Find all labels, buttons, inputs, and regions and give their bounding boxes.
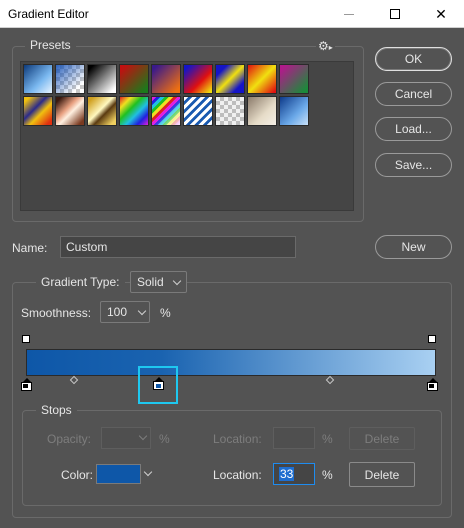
opacity-location-label: Location: [213,432,262,446]
opacity-unit: % [159,432,170,446]
gradient-bar[interactable] [26,349,436,376]
title-bar: Gradient Editor ✕ [0,0,464,28]
color-swatch[interactable] [96,464,141,484]
preset-swatch[interactable] [183,64,213,94]
color-label: Color: [61,468,94,482]
window-title: Gradient Editor [8,7,89,21]
gradient-type-label: Gradient Type: [36,275,125,289]
new-button[interactable]: New [375,235,452,259]
name-field[interactable]: Custom [60,236,296,258]
gradient-type-select[interactable]: Solid [130,271,187,293]
color-location-value: 33 [279,467,295,481]
chevron-down-icon [137,306,147,316]
presets-menu-icon[interactable]: ⚙▸ [316,39,335,53]
save-button[interactable]: Save... [375,153,452,177]
color-delete-button[interactable]: Delete [349,462,415,487]
preset-swatch[interactable] [215,64,245,94]
load-button[interactable]: Load... [375,117,452,141]
color-stop-right[interactable] [427,378,438,391]
preset-swatch[interactable] [23,64,53,94]
smoothness-unit: % [160,306,171,320]
color-location-unit: % [322,468,333,482]
preset-swatch[interactable] [119,96,149,126]
name-label: Name: [12,241,48,255]
preset-swatch[interactable] [23,96,53,126]
opacity-stop-right[interactable] [428,335,436,343]
presets-label: Presets [25,38,76,52]
opacity-delete-button[interactable]: Delete [349,427,415,450]
opacity-location-unit: % [322,432,333,446]
opacity-location-field[interactable] [273,427,315,449]
chevron-down-icon [172,276,182,286]
stops-label: Stops [36,403,77,417]
smoothness-value: 100 [107,305,128,319]
preset-swatch[interactable] [87,64,117,94]
opacity-label: Opacity: [47,432,92,446]
preset-swatch[interactable] [279,96,309,126]
smoothness-label: Smoothness: [21,306,92,320]
stops-group [22,410,442,506]
minimize-icon[interactable] [326,0,372,28]
preset-swatch[interactable] [183,96,213,126]
preset-swatch[interactable] [119,64,149,94]
preset-swatch[interactable] [55,64,85,94]
opacity-stop-left[interactable] [22,335,30,343]
color-stop-selected[interactable] [153,377,164,390]
color-stop-left[interactable] [21,378,32,391]
close-icon[interactable]: ✕ [418,0,464,28]
preset-swatch[interactable] [151,64,181,94]
ok-button[interactable]: OK [375,47,452,71]
cancel-button[interactable]: Cancel [375,82,452,106]
preset-swatch[interactable] [279,64,309,94]
gear-icon: ⚙ [318,39,329,53]
preset-swatch[interactable] [55,96,85,126]
preset-swatch[interactable] [247,64,277,94]
preset-swatch[interactable] [215,96,245,126]
color-location-field[interactable]: 33 [273,463,315,485]
color-location-label: Location: [213,468,262,482]
presets-swatch-grid [20,61,354,211]
maximize-icon[interactable] [372,0,418,28]
preset-swatch[interactable] [247,96,277,126]
smoothness-field[interactable]: 100 [100,301,150,323]
preset-swatch[interactable] [87,96,117,126]
gradient-type-value: Solid [137,275,164,289]
preset-swatch[interactable] [151,96,181,126]
